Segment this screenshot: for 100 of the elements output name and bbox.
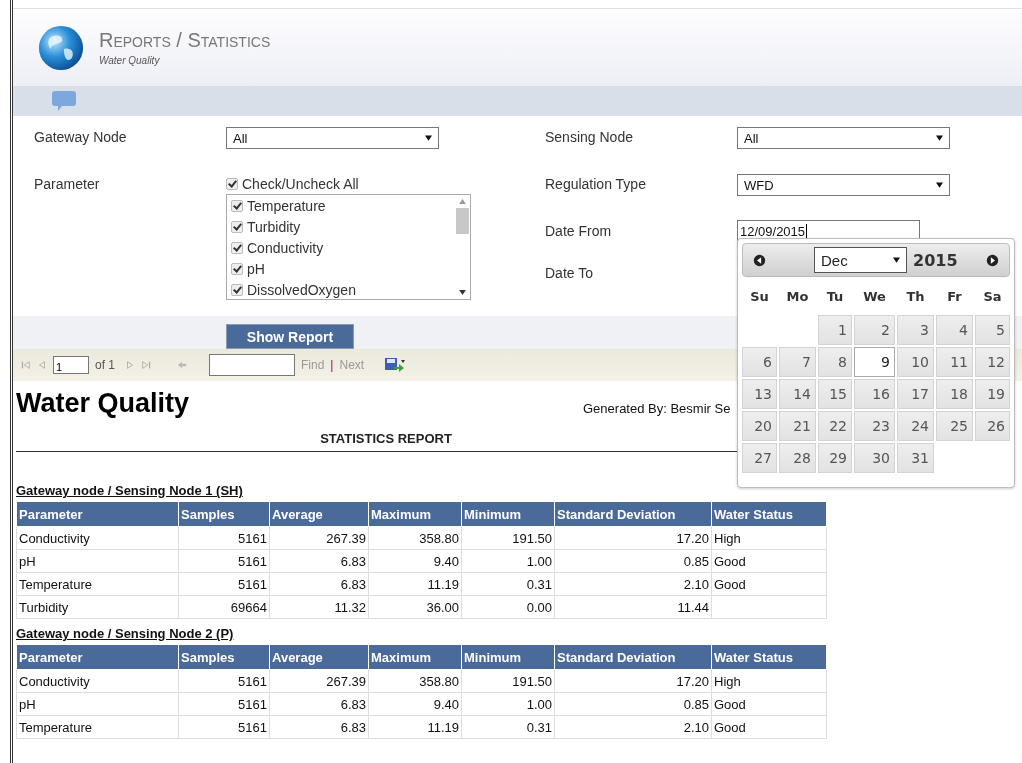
- calendar-day[interactable]: 15: [818, 379, 852, 409]
- table-cell: Temperature: [19, 576, 92, 592]
- table-cell: 2.10: [683, 576, 709, 592]
- calendar-day[interactable]: 18: [936, 379, 973, 409]
- checkbox-label: pH: [247, 260, 265, 277]
- field-label: Sensing Node: [545, 128, 634, 145]
- calendar-day[interactable]: 6: [742, 347, 777, 377]
- page-number-field[interactable]: 1: [53, 356, 89, 374]
- column-header: Samples: [178, 644, 270, 670]
- calendar-day[interactable]: 10: [897, 347, 934, 377]
- report-title: Water Quality: [16, 388, 191, 419]
- checkbox-label: Check/Uncheck All: [242, 175, 359, 192]
- table-cell: Conductivity: [19, 530, 90, 546]
- weekday-label: Tu: [825, 288, 845, 306]
- table-cell: Temperature: [19, 719, 92, 735]
- checkbox-label: Turbidity: [247, 218, 301, 235]
- table-cell: 267.39: [326, 530, 366, 546]
- table-cell: 6.83: [340, 553, 366, 569]
- table-cell: 17.20: [676, 673, 709, 689]
- calendar-day[interactable]: 9: [854, 347, 895, 377]
- scroll-down-icon[interactable]: [459, 290, 466, 295]
- calendar-day[interactable]: 3: [897, 315, 934, 345]
- column-header: Maximum: [368, 644, 462, 670]
- field-label: Gateway Node: [34, 128, 128, 145]
- calendar-day[interactable]: 22: [818, 411, 852, 441]
- checkbox[interactable]: [231, 262, 243, 275]
- calendar-day[interactable]: 7: [779, 347, 816, 377]
- next-month-icon[interactable]: [986, 253, 999, 267]
- calendar-day[interactable]: 29: [818, 443, 852, 473]
- dropdown-arrow-icon: [893, 257, 900, 263]
- calendar-day[interactable]: 14: [779, 379, 816, 409]
- column-header: Samples: [178, 501, 270, 527]
- calendar-day[interactable]: 5: [975, 315, 1010, 345]
- table-cell: 5161: [238, 553, 267, 569]
- table-cell: Conductivity: [19, 673, 90, 689]
- weekday-label: Su: [749, 288, 770, 306]
- table-cell: 0.85: [683, 696, 709, 712]
- scrollbar-thumb[interactable]: [456, 208, 469, 234]
- calendar-day[interactable]: 12: [975, 347, 1010, 377]
- calendar-day[interactable]: 19: [975, 379, 1010, 409]
- checkbox[interactable]: [231, 220, 243, 233]
- calendar-day[interactable]: 27: [742, 443, 777, 473]
- column-header: Average: [269, 644, 369, 670]
- find-field[interactable]: [209, 354, 295, 376]
- table-cell: Good: [714, 719, 746, 735]
- column-header: Minimum: [461, 644, 555, 670]
- dropdown-arrow-icon: [425, 135, 432, 141]
- scroll-up-icon[interactable]: [459, 199, 466, 204]
- checkbox[interactable]: [231, 283, 243, 296]
- field-label: Date From: [545, 222, 613, 239]
- table-cell: 191.50: [512, 530, 552, 546]
- show-report-button[interactable]: Show Report: [226, 324, 354, 349]
- calendar-day[interactable]: 28: [779, 443, 816, 473]
- calendar-day[interactable]: 25: [936, 411, 973, 441]
- column-header: Water Status: [711, 501, 827, 527]
- checkbox[interactable]: [231, 241, 243, 254]
- table-cell: High: [714, 530, 741, 546]
- column-header: Parameter: [16, 501, 179, 527]
- calendar-day[interactable]: 8: [818, 347, 852, 377]
- table-cell: 11.19: [427, 719, 459, 735]
- gateway-node-select[interactable]: All: [226, 127, 439, 149]
- calendar-day[interactable]: 21: [779, 411, 816, 441]
- column-header: Parameter: [16, 644, 179, 670]
- calendar-day[interactable]: 31: [897, 443, 934, 473]
- checkbox[interactable]: [231, 199, 243, 212]
- calendar-day[interactable]: 26: [975, 411, 1010, 441]
- regulation-type-select[interactable]: WFD: [737, 174, 950, 196]
- calendar-day[interactable]: 24: [897, 411, 934, 441]
- table-cell: 0.85: [683, 553, 709, 569]
- table-cell: 9.40: [433, 553, 459, 569]
- checkbox[interactable]: [226, 177, 238, 190]
- table-cell: 2.10: [683, 719, 709, 735]
- calendar-day[interactable]: 20: [742, 411, 777, 441]
- column-header: Water Status: [711, 644, 827, 670]
- calendar-day[interactable]: 16: [854, 379, 895, 409]
- table-cell: 358.80: [419, 673, 459, 689]
- calendar-day[interactable]: 13: [742, 379, 777, 409]
- table-cell: pH: [19, 696, 36, 712]
- month-select[interactable]: Dec: [814, 247, 907, 273]
- weekday-label: Mo: [785, 288, 810, 306]
- section-title: Gateway node / Sensing Node 2 (P): [16, 626, 234, 641]
- weekday-label: We: [862, 288, 887, 306]
- generated-by-text: Generated By: Besmir Se: [583, 401, 731, 416]
- calendar-day[interactable]: 4: [936, 315, 973, 345]
- page-subtitle: Water Quality: [99, 55, 161, 66]
- sensing-node-select[interactable]: All: [737, 127, 950, 149]
- weekday-label: Th: [905, 288, 926, 306]
- calendar-day[interactable]: 23: [854, 411, 895, 441]
- previous-month-icon[interactable]: [753, 253, 766, 267]
- dropdown-arrow-icon: [936, 182, 943, 188]
- checkbox-label: DissolvedOxygen: [247, 281, 356, 298]
- calendar-day[interactable]: 1: [818, 315, 852, 345]
- calendar-day[interactable]: 17: [897, 379, 934, 409]
- calendar-day[interactable]: 2: [854, 315, 895, 345]
- calendar-day[interactable]: 11: [936, 347, 973, 377]
- table-cell: 69664: [230, 599, 267, 615]
- column-header: Standard Deviation: [554, 644, 712, 670]
- calendar-day[interactable]: 30: [854, 443, 895, 473]
- page-title: Reports / Statistics: [99, 29, 271, 52]
- table-cell: 0.31: [526, 576, 552, 592]
